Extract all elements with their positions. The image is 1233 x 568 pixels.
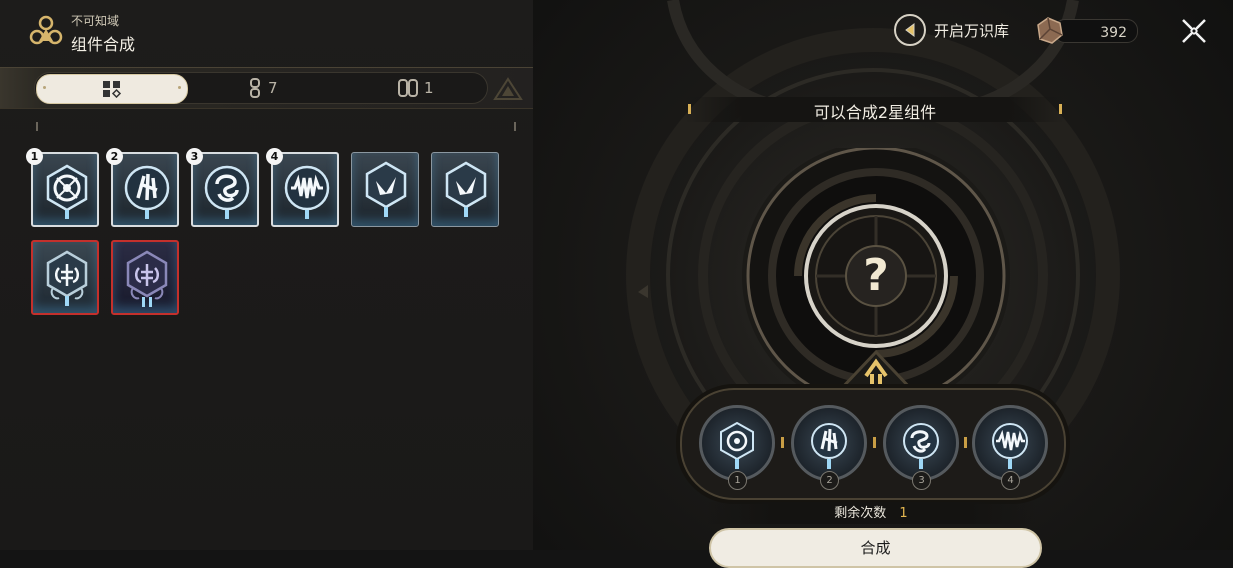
- tab-single-components[interactable]: 7: [248, 74, 278, 102]
- remaining-label: 剩余次数: [834, 506, 887, 521]
- component-card[interactable]: 2: [106, 148, 179, 227]
- material-slot-2[interactable]: [791, 405, 867, 481]
- open-library-button[interactable]: 开启万识库: [894, 14, 1009, 46]
- card-order-badge: 4: [266, 148, 283, 165]
- waveform-hex-icon: [284, 165, 330, 219]
- swirl-hex-icon: [903, 423, 939, 469]
- synthesize-button-label: 合成: [860, 539, 891, 557]
- slot-number: 4: [1001, 471, 1020, 490]
- slot-number: 1: [728, 471, 747, 490]
- tab-all[interactable]: [36, 74, 188, 104]
- realm-emblem-icon: [29, 15, 63, 45]
- currency-display: 392: [1034, 15, 1138, 45]
- back-arrow-icon: [894, 14, 926, 46]
- component-card[interactable]: [111, 240, 179, 315]
- component-card[interactable]: [351, 152, 419, 227]
- component-card[interactable]: 1: [26, 148, 99, 227]
- material-slot-1[interactable]: [699, 405, 775, 481]
- grid-icon: [103, 81, 122, 98]
- remaining-count: 剩余次数 1: [706, 502, 1036, 524]
- inventory-scrollbar[interactable]: [33, 119, 519, 133]
- component-card[interactable]: 3: [186, 148, 259, 227]
- open-library-label: 开启万识库: [934, 21, 1010, 40]
- waveform-hex-icon: [992, 423, 1028, 469]
- component-card[interactable]: 4: [266, 148, 339, 227]
- ore-currency-icon: [1037, 17, 1063, 44]
- page-title: 组件合成: [71, 35, 136, 54]
- component-inventory-panel: 不可知域 组件合成 7 1 1 2 3 4: [0, 0, 534, 550]
- close-icon[interactable]: [1180, 17, 1208, 45]
- rarity-filter-icon[interactable]: [493, 77, 523, 101]
- filter-tab-bar: 7 1: [0, 67, 533, 109]
- slot-number: 2: [820, 471, 839, 490]
- remaining-value: 1: [899, 506, 908, 521]
- double-component-icon: [398, 79, 418, 97]
- claw-hex-icon: [811, 423, 847, 469]
- tab-paired-count: 1: [424, 79, 434, 97]
- brain-hex-icon: [126, 250, 168, 307]
- result-unknown-symbol: ?: [863, 250, 889, 301]
- tab-single-count: 7: [268, 79, 278, 97]
- target-hex-icon: [46, 164, 88, 219]
- material-slot-4[interactable]: [972, 405, 1048, 481]
- brain-hex-icon: [46, 250, 88, 306]
- synthesis-title: 可以合成2星组件: [813, 103, 937, 122]
- claw-hex-icon: [124, 165, 170, 219]
- slot-number: 3: [912, 471, 931, 490]
- shard-hex-icon: [445, 161, 487, 217]
- card-order-badge: 3: [186, 148, 203, 165]
- component-chain-icon: [250, 78, 260, 98]
- realm-title: 不可知域: [71, 14, 120, 28]
- synthesis-title-bar: 可以合成2星组件: [686, 97, 1064, 122]
- target-hex-icon: [720, 421, 754, 469]
- currency-pill: 392: [1054, 19, 1138, 43]
- synthesize-button[interactable]: 合成: [709, 528, 1042, 568]
- card-order-badge: 2: [106, 148, 123, 165]
- card-order-badge: 1: [26, 148, 43, 165]
- component-card[interactable]: [31, 240, 99, 315]
- tab-paired-components[interactable]: 1: [398, 74, 434, 102]
- shard-hex-icon: [365, 161, 407, 217]
- component-card[interactable]: [431, 152, 499, 227]
- currency-amount: 392: [1100, 25, 1127, 41]
- swirl-hex-icon: [204, 165, 250, 219]
- material-slot-3[interactable]: [883, 405, 959, 481]
